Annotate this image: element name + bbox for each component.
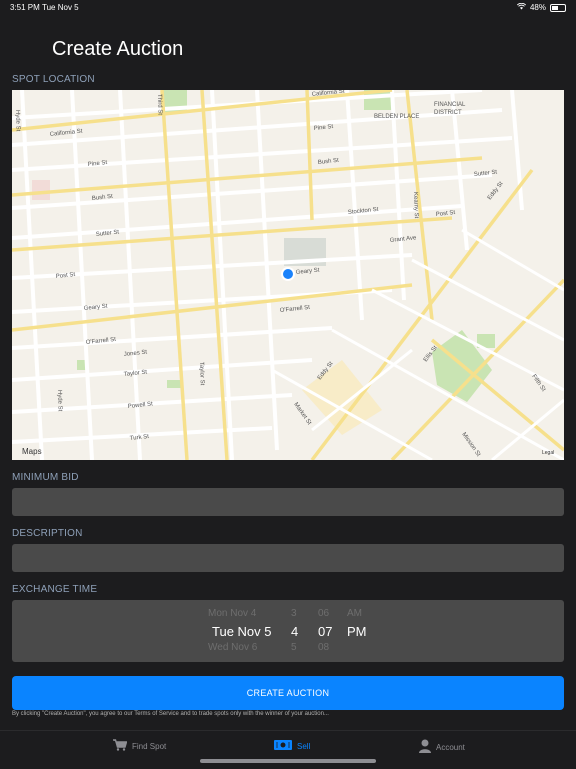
cart-icon: [113, 739, 128, 753]
map-label: BELDEN PLACE: [374, 114, 419, 120]
wifi-icon: [516, 2, 527, 12]
tab-account-label: Account: [436, 742, 465, 752]
tab-sell-label: Sell: [297, 741, 311, 751]
person-icon: [419, 739, 431, 755]
tab-bar: Find Spot Sell Account: [0, 730, 576, 769]
picker-prev-minute[interactable]: 06: [318, 608, 329, 619]
picker-prev-ampm[interactable]: AM: [347, 608, 362, 619]
map-label: DISTRICT: [434, 110, 462, 116]
status-right: 48%: [516, 2, 566, 12]
map-canvas: FINANCIAL DISTRICT BELDEN PLACE Californ…: [12, 90, 564, 460]
create-auction-button[interactable]: CREATE AUCTION: [12, 676, 564, 710]
status-bar: 3:51 PM Tue Nov 5 48%: [0, 0, 576, 16]
map-legal-link: Legal: [542, 450, 554, 456]
map-label: Taylor St: [198, 362, 205, 386]
map-label: Hyde St: [14, 110, 21, 132]
picker-next-hour[interactable]: 5: [291, 642, 297, 653]
map-view[interactable]: FINANCIAL DISTRICT BELDEN PLACE Californ…: [12, 90, 564, 460]
location-marker-icon: [281, 267, 295, 281]
status-date: Tue Nov 5: [42, 3, 79, 12]
picker-next-minute[interactable]: 08: [318, 642, 329, 653]
map-label: Hyde St: [56, 390, 63, 412]
map-attribution: Maps: [22, 447, 42, 456]
status-time: 3:51 PM: [10, 3, 40, 12]
map-label: Third St: [156, 94, 163, 116]
picker-next-day[interactable]: Wed Nov 6: [208, 642, 257, 653]
money-icon: [274, 739, 292, 753]
minimum-bid-input[interactable]: [12, 488, 564, 516]
battery-percent: 48%: [529, 3, 546, 12]
minimum-bid-label: MINIMUM BID: [12, 472, 79, 483]
picker-selected-hour[interactable]: 4: [291, 624, 298, 639]
picker-prev-hour[interactable]: 3: [291, 608, 297, 619]
description-label: DESCRIPTION: [12, 528, 83, 539]
tab-account[interactable]: Account: [419, 739, 465, 755]
picker-selected-ampm[interactable]: PM: [347, 624, 367, 639]
picker-selected-minute[interactable]: 07: [318, 624, 332, 639]
map-label: FINANCIAL: [434, 102, 466, 108]
tab-find-spot-label: Find Spot: [132, 741, 167, 751]
exchange-time-picker[interactable]: Mon Nov 4 3 06 AM Tue Nov 5 4 07 PM Wed …: [12, 600, 564, 662]
page-title: Create Auction: [52, 38, 184, 60]
tab-sell[interactable]: Sell: [274, 739, 310, 753]
description-input[interactable]: [12, 544, 564, 572]
map-label: Kearny St: [412, 192, 419, 219]
exchange-time-label: EXCHANGE TIME: [12, 584, 98, 595]
picker-prev-day[interactable]: Mon Nov 4: [208, 608, 256, 619]
terms-disclaimer: By clicking "Create Auction", you agree …: [12, 711, 329, 717]
battery-icon: [550, 3, 566, 12]
picker-selected-day[interactable]: Tue Nov 5: [212, 624, 272, 639]
home-indicator[interactable]: [200, 759, 376, 763]
tab-find-spot[interactable]: Find Spot: [113, 739, 166, 753]
spot-location-label: SPOT LOCATION: [12, 74, 95, 85]
